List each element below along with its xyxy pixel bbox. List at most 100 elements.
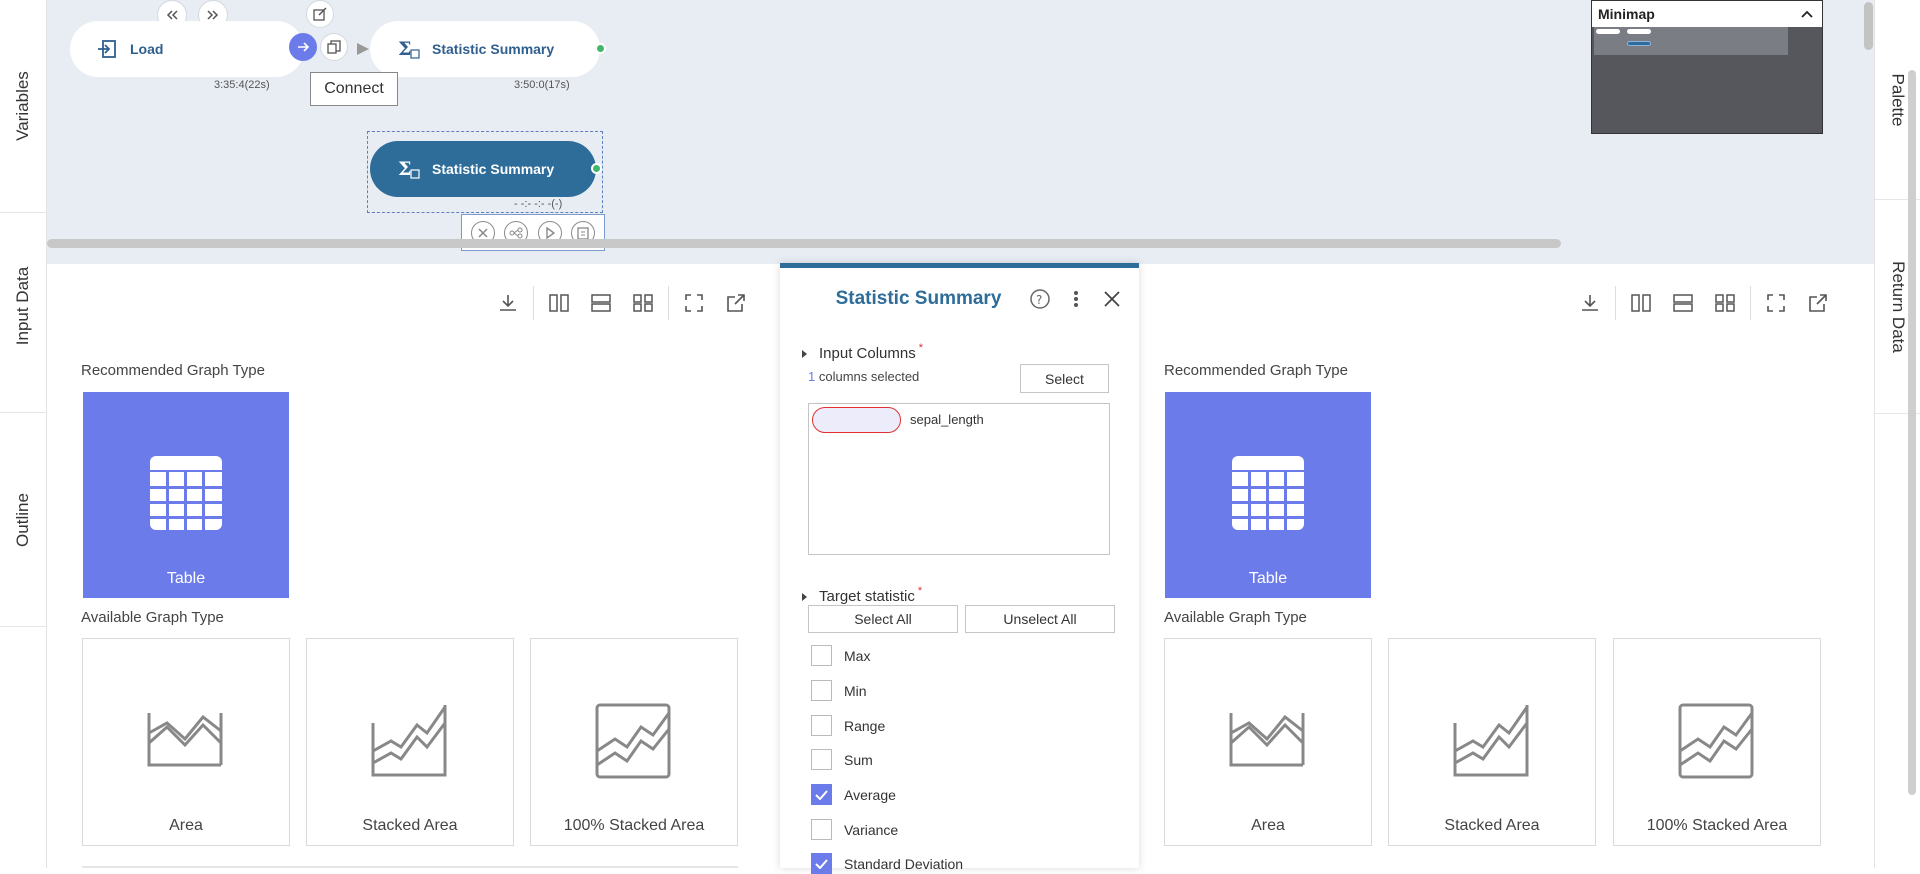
statistic-option-standard-deviation[interactable]: Standard Deviation — [811, 853, 963, 874]
node-statistic-summary-1-label: Statistic Summary — [432, 41, 555, 57]
tab-outline[interactable]: Outline — [0, 414, 46, 627]
checkbox[interactable] — [811, 715, 832, 736]
statistic-option-average[interactable]: Average — [811, 784, 896, 805]
unselect-all-button[interactable]: Unselect All — [965, 605, 1115, 633]
graph-card-table-label: Table — [1248, 570, 1288, 587]
graph-card-100-stacked-area[interactable]: 100% Stacked Area — [530, 638, 738, 846]
split-vertical-button[interactable] — [1620, 286, 1662, 320]
graph-card-area[interactable]: Area — [1164, 638, 1372, 846]
checkbox[interactable] — [811, 680, 832, 701]
checkbox[interactable] — [811, 819, 832, 840]
select-columns-button[interactable]: Select — [1020, 364, 1109, 393]
node-statistic-summary-2-time: - -:- -:- -(-) — [514, 198, 563, 210]
open-external-button[interactable] — [715, 286, 757, 320]
node-statistic-summary-2[interactable]: Σ Statistic Summary — [370, 141, 596, 197]
edit-node-button[interactable] — [306, 0, 334, 28]
statistic-option-min[interactable]: Min — [811, 680, 867, 701]
edit-icon — [313, 7, 327, 21]
target-statistic-label: Target statistic — [819, 588, 915, 605]
download-icon — [500, 295, 516, 311]
checkbox-checked[interactable] — [811, 853, 832, 874]
statistic-label: Range — [844, 717, 886, 734]
fullscreen-button[interactable] — [673, 286, 715, 320]
tab-input-data-label: Input Data — [13, 266, 33, 346]
checkbox-checked[interactable] — [811, 784, 832, 805]
checkmark-icon — [815, 789, 828, 800]
graph-card-100-stacked-area-label: 100% Stacked Area — [563, 817, 705, 834]
tab-input-data[interactable]: Input Data — [0, 200, 46, 413]
statistic-option-sum[interactable]: Sum — [811, 749, 873, 770]
statistic-option-range[interactable]: Range — [811, 715, 885, 736]
statistic-label: Standard Deviation — [844, 855, 964, 872]
sigma-icon: Σ — [398, 158, 420, 180]
graph-card-stacked-area[interactable]: Stacked Area — [1388, 638, 1596, 846]
close-panel-button[interactable] — [1099, 286, 1125, 312]
column-chip[interactable] — [812, 407, 901, 433]
tab-outline-label: Outline — [13, 493, 32, 547]
external-link-icon — [1809, 294, 1827, 312]
copy-node-button[interactable] — [320, 33, 348, 61]
properties-panel: Statistic Summary ? Input Columns * 1 co… — [780, 263, 1139, 874]
node-statistic-summary-1-time: 3:50:0(17s) — [514, 79, 570, 91]
statistic-option-max[interactable]: Max — [811, 645, 870, 666]
grid-layout-button[interactable] — [622, 286, 664, 320]
node-statistic-summary-1[interactable]: Σ Statistic Summary — [370, 21, 600, 77]
canvas-vertical-scrollbar[interactable] — [1864, 2, 1873, 50]
connect-port-button[interactable] — [289, 33, 317, 61]
tab-palette-label: Palette — [1888, 73, 1908, 126]
selected-columns-list: sepal_length — [808, 403, 1110, 555]
help-icon: ? — [1030, 289, 1050, 309]
workflow-canvas[interactable]: Load 3:35:4(22s) Σ Statistic Summary 3:5… — [47, 0, 1874, 264]
toolbar-divider — [1750, 286, 1751, 320]
panel-title: Statistic Summary — [835, 288, 1002, 309]
expand-icon — [685, 294, 703, 312]
percent-stacked-area-chart-icon — [1678, 703, 1754, 779]
select-all-button[interactable]: Select All — [808, 605, 958, 633]
checkbox[interactable] — [811, 645, 832, 666]
left-viz-toolbar — [487, 286, 757, 320]
recommended-graph-heading: Recommended Graph Type — [1164, 362, 1348, 379]
minimap-viewport[interactable] — [1594, 27, 1788, 55]
available-graph-heading: Available Graph Type — [1164, 609, 1307, 626]
statistic-label: Average — [844, 786, 896, 803]
graph-card-stacked-area[interactable]: Stacked Area — [306, 638, 514, 846]
graph-card-table[interactable]: Table — [83, 392, 289, 598]
graph-card-area[interactable]: Area — [82, 638, 290, 846]
fullscreen-button[interactable] — [1755, 286, 1797, 320]
statistic-option-variance[interactable]: Variance — [811, 819, 898, 840]
split-horizontal-button[interactable] — [580, 286, 622, 320]
split-horizontal-button[interactable] — [1662, 286, 1704, 320]
caret-right-icon — [802, 349, 807, 358]
split-vertical-button[interactable] — [538, 286, 580, 320]
target-statistic-section-toggle[interactable]: Target statistic * — [802, 585, 922, 605]
canvas-horizontal-scrollbar[interactable] — [47, 239, 1561, 248]
page-vertical-scrollbar[interactable] — [1908, 70, 1916, 795]
open-external-button[interactable] — [1797, 286, 1839, 320]
help-button[interactable]: ? — [1027, 286, 1053, 312]
statistic-label: Variance — [844, 821, 899, 838]
area-chart-icon — [1229, 713, 1305, 767]
download-button[interactable] — [487, 286, 529, 320]
share-icon — [509, 227, 523, 238]
minimap-node — [1627, 29, 1651, 34]
input-columns-section-toggle[interactable]: Input Columns * — [802, 342, 923, 362]
graph-card-100-stacked-area[interactable]: 100% Stacked Area — [1613, 638, 1821, 846]
input-columns-label: Input Columns — [819, 345, 916, 362]
tab-variables[interactable]: Variables — [0, 0, 46, 213]
column-chip-label: sepal_length — [910, 412, 984, 427]
node-load[interactable]: Load — [70, 21, 304, 77]
kebab-menu-icon — [1074, 291, 1078, 307]
checkbox[interactable] — [811, 749, 832, 770]
close-circle-icon — [478, 227, 488, 238]
minimap[interactable]: Minimap — [1591, 0, 1823, 134]
grid-layout-button[interactable] — [1704, 286, 1746, 320]
graph-card-table[interactable]: Table — [1165, 392, 1371, 598]
play-icon — [546, 226, 555, 239]
download-icon — [1582, 295, 1598, 311]
more-options-button[interactable] — [1063, 286, 1089, 312]
download-button[interactable] — [1569, 286, 1611, 320]
graph-card-area-label: Area — [1251, 817, 1285, 834]
external-link-icon — [727, 294, 745, 312]
expand-icon — [1767, 294, 1785, 312]
chevron-up-icon[interactable] — [1800, 9, 1814, 19]
